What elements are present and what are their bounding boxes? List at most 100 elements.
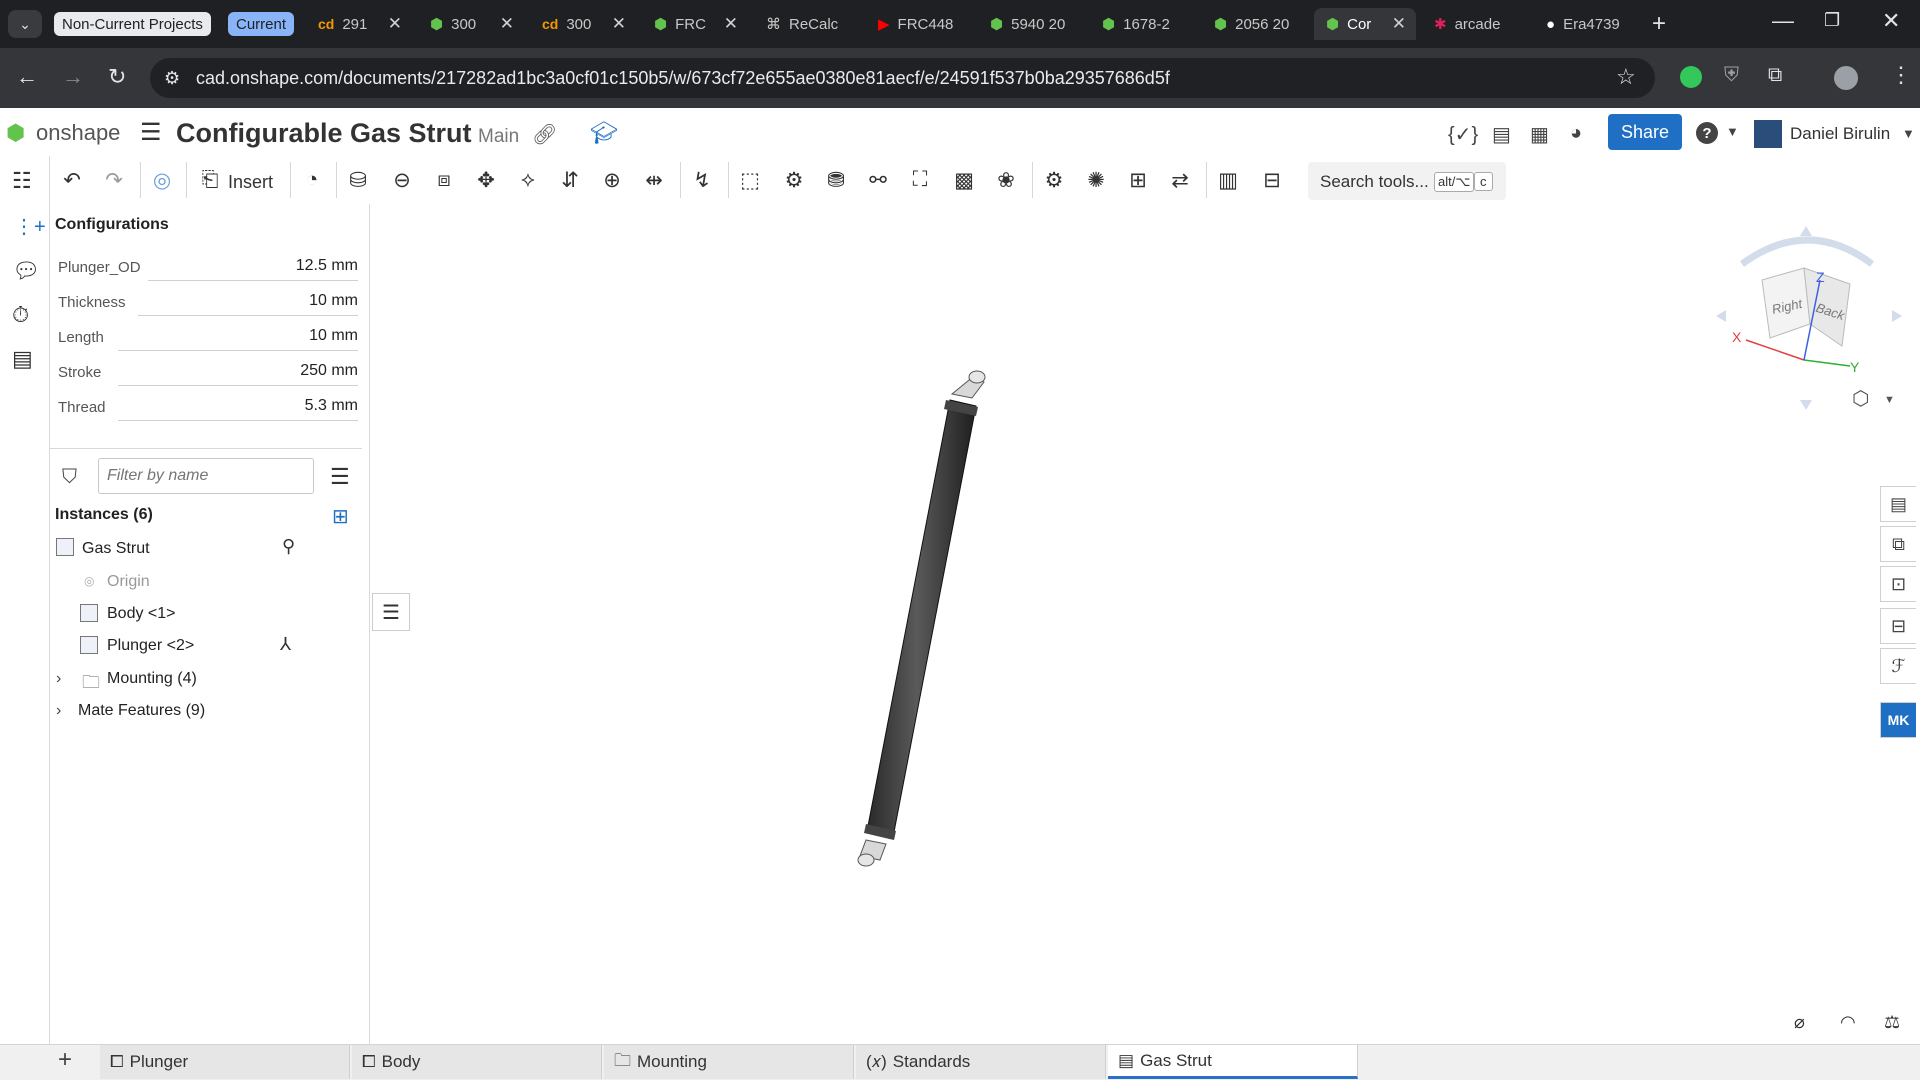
comments-icon[interactable]: 💬︎	[12, 258, 40, 284]
cylindrical-mate-icon[interactable]: ⇵	[556, 166, 584, 194]
redo-icon[interactable]: ↷	[100, 166, 128, 194]
tangent-mate-icon[interactable]: ↯	[688, 166, 716, 194]
chevron-down-icon[interactable]: ▼	[1726, 124, 1739, 139]
regenerate-icon[interactable]: ◎	[148, 166, 176, 194]
user-avatar[interactable]	[1754, 120, 1782, 148]
site-info-icon[interactable]: ⚙	[164, 68, 180, 89]
tab-plunger[interactable]: ⧠ Plunger	[100, 1045, 350, 1079]
feature-list-icon[interactable]: ☷	[12, 168, 32, 194]
view-cube-left-arrow[interactable]	[1716, 310, 1726, 322]
chevron-down-icon[interactable]: ▼	[1884, 394, 1895, 406]
config-value[interactable]: 10 mm	[309, 292, 358, 310]
config-value[interactable]: 12.5 mm	[296, 257, 358, 275]
user-name[interactable]: Daniel Birulin	[1790, 124, 1890, 144]
config-row-length[interactable]: Length 10 mm	[58, 323, 358, 353]
extensions-puzzle-icon[interactable]: ⧉	[1768, 64, 1782, 87]
bookmark-star-icon[interactable]: ☆	[1616, 64, 1636, 90]
gas-strut-model[interactable]	[857, 370, 986, 867]
close-icon[interactable]: ✕	[724, 14, 738, 34]
config-value[interactable]: 5.3 mm	[305, 397, 358, 415]
add-tab-button[interactable]: +	[58, 1046, 72, 1074]
view-options-cube-icon[interactable]: ⬡	[1852, 386, 1869, 411]
browser-tab-11[interactable]: ✱ arcade	[1422, 8, 1528, 40]
bom-icon[interactable]: ▥	[1214, 166, 1242, 194]
help-icon[interactable]: ?	[1696, 122, 1718, 144]
revolute-mate-icon[interactable]: ✥	[472, 166, 500, 194]
variables-panel-icon[interactable]: ℱ	[1880, 648, 1916, 684]
gear-relation-icon[interactable]: ⛃	[822, 166, 850, 194]
belt-icon[interactable]: ⇄	[1166, 166, 1194, 194]
slider-mate-icon[interactable]: ⟡	[514, 166, 542, 194]
variable-studio-icon[interactable]: {✓}	[1448, 122, 1478, 147]
gear-icon[interactable]: ⚙	[1040, 166, 1068, 194]
rack-pinion-icon[interactable]: ⚯	[864, 166, 892, 194]
view-cube-up-arrow[interactable]	[1800, 226, 1812, 236]
linear-relation-icon[interactable]: ▩	[950, 166, 978, 194]
browser-tab-12[interactable]: ● Era4739	[1534, 8, 1640, 40]
screw-relation-icon[interactable]: ⛶	[906, 166, 934, 194]
config-row-plunger-od[interactable]: Plunger_OD 12.5 mm	[58, 253, 358, 283]
tree-item-gas-strut[interactable]: Gas Strut	[82, 540, 150, 558]
share-button[interactable]: Share	[1608, 114, 1682, 150]
new-folder-icon[interactable]: ⊞	[332, 504, 349, 529]
render-mode-icon[interactable]: ◠	[1840, 1012, 1856, 1033]
extension-green-icon[interactable]	[1680, 66, 1702, 88]
tab-group-non-current[interactable]: Non-Current Projects	[54, 12, 211, 36]
browser-tab-3[interactable]: cd 300 ✕	[530, 8, 636, 40]
view-cube[interactable]: Right Back X Y Z	[1712, 222, 1908, 412]
tab-gas-strut[interactable]: ▤ Gas Strut	[1108, 1045, 1358, 1079]
minimize-button[interactable]: —	[1772, 8, 1794, 34]
section-view-icon[interactable]: ⌀	[1794, 1012, 1805, 1033]
url-text[interactable]: cad.onshape.com/documents/217282ad1bc3a0…	[196, 68, 1170, 89]
chevron-right-icon[interactable]: ›	[56, 670, 61, 688]
measure-units-icon[interactable]: ⚖	[1884, 1012, 1900, 1033]
tree-item-mate-features[interactable]: Mate Features (9)	[78, 702, 205, 720]
group-icon[interactable]: ⬚	[736, 166, 764, 194]
bom-panel-icon[interactable]: ⧉	[1880, 526, 1916, 562]
browser-tab-7[interactable]: ⬢ 5940 20	[978, 8, 1084, 40]
profile-avatar[interactable]	[1834, 66, 1858, 90]
browser-tab-1[interactable]: cd 291 ✕	[306, 8, 412, 40]
filter-icon[interactable]: ⛉	[62, 466, 77, 489]
fastened-mate-icon[interactable]: ⧈	[430, 166, 458, 194]
branch-label[interactable]: Main	[478, 126, 519, 148]
browser-tab-5[interactable]: ⌘ ReCalc	[754, 8, 860, 40]
insert-button[interactable]: Insert	[228, 172, 273, 193]
exploded-view-icon[interactable]: ⊡	[1880, 566, 1916, 602]
tab-group-current[interactable]: Current	[228, 12, 295, 36]
browser-tab-4[interactable]: ⬢ FRC ✕	[642, 8, 748, 40]
browser-tab-6[interactable]: ▶ FRC448	[866, 8, 972, 40]
tab-mounting[interactable]: 🗀︎ Mounting	[604, 1045, 854, 1079]
measure-icon[interactable]: ⊟	[1258, 166, 1286, 194]
reload-button[interactable]: ↻	[108, 64, 126, 90]
relation-icon[interactable]: ⚙	[780, 166, 808, 194]
tab-search-button[interactable]: ⌄	[8, 10, 42, 38]
chevron-down-icon[interactable]: ▼	[1902, 126, 1915, 141]
browser-menu-icon[interactable]: ⋮	[1890, 62, 1912, 88]
browser-tab-8[interactable]: ⬢ 1678-2	[1090, 8, 1196, 40]
view-cube-right-arrow[interactable]	[1892, 310, 1902, 322]
filter-by-name-input[interactable]	[98, 458, 314, 494]
release-list-icon[interactable]: ▤	[1492, 122, 1511, 147]
browser-tab-active[interactable]: ⬢ Cor ✕	[1314, 8, 1416, 40]
tab-body[interactable]: ⧠ Body	[352, 1045, 602, 1079]
graphics-viewport[interactable]	[372, 204, 1880, 1044]
forward-button[interactable]: →	[62, 64, 84, 90]
insert-icon[interactable]: ⎗	[196, 166, 224, 194]
link-icon[interactable]: 🔗︎	[532, 122, 557, 147]
tab-standards[interactable]: (𝑥) Standards	[856, 1045, 1106, 1079]
history-nav-icon[interactable]: ⏱︎	[12, 302, 29, 328]
render-studio-icon[interactable]: ◕	[1570, 122, 1582, 145]
named-positions-icon[interactable]: ⊟	[1880, 608, 1916, 644]
config-row-thickness[interactable]: Thickness 10 mm	[58, 288, 358, 318]
config-row-thread[interactable]: Thread 5.3 mm	[58, 393, 358, 423]
restore-button[interactable]: ❐	[1824, 10, 1840, 31]
browser-tab-9[interactable]: ⬢ 2056 20	[1202, 8, 1308, 40]
tree-item-origin[interactable]: Origin	[107, 573, 150, 591]
mk-app-icon[interactable]: MK	[1880, 702, 1916, 738]
onshape-logo-text[interactable]: onshape	[36, 120, 120, 146]
document-title[interactable]: Configurable Gas Strut	[176, 118, 472, 149]
close-icon[interactable]: ✕	[500, 14, 514, 34]
planar-mate-icon[interactable]: ⊕	[598, 166, 626, 194]
close-icon[interactable]: ✕	[388, 14, 402, 34]
